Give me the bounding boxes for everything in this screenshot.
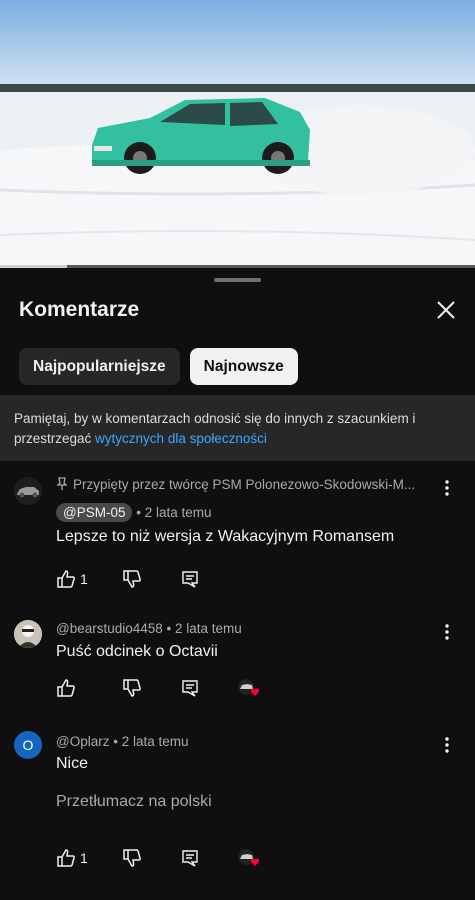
more-options-icon[interactable] — [438, 479, 456, 497]
avatar[interactable] — [14, 477, 42, 505]
like-button[interactable]: 1 — [56, 569, 96, 589]
creator-heart-icon — [236, 678, 260, 698]
video-frame — [0, 0, 475, 268]
video-player[interactable] — [0, 0, 475, 268]
thumbs-up-icon — [57, 679, 75, 697]
creator-heart-icon — [236, 848, 260, 868]
pinned-label-row: Przypięty przez twórcę PSM Polonezowo-Sk… — [56, 477, 415, 492]
author-handle[interactable]: @PSM-05 — [56, 503, 133, 522]
close-icon[interactable] — [434, 298, 458, 322]
author-handle[interactable]: @Oplarz — [56, 734, 109, 749]
thumbs-up-icon — [57, 570, 75, 588]
comment-meta: @PSM-05 • 2 lata temu — [56, 503, 212, 522]
like-count: 1 — [80, 571, 88, 587]
dislike-button[interactable] — [122, 678, 142, 698]
reply-button[interactable] — [180, 678, 200, 698]
avatar[interactable] — [14, 620, 42, 648]
like-button[interactable]: 1 — [56, 848, 96, 868]
author-handle[interactable]: @bearstudio4458 — [56, 621, 163, 636]
comment-text: Lepsze to niż wersja z Wakacyjnym Romans… — [56, 528, 395, 545]
thumbs-down-icon — [123, 570, 141, 588]
drag-handle[interactable] — [214, 278, 261, 282]
reply-icon — [182, 850, 198, 867]
reply-button[interactable] — [180, 569, 200, 589]
comment-text: Puść odcinek o Octavii — [56, 643, 218, 660]
reply-icon — [182, 680, 198, 697]
reply-icon — [182, 571, 198, 588]
comment-age: • 2 lata temu — [166, 621, 242, 636]
comment-age: • 2 lata temu — [113, 734, 189, 749]
comment-meta: @Oplarz • 2 lata temu — [56, 734, 189, 749]
dislike-button[interactable] — [122, 848, 142, 868]
community-notice: Pamiętaj, by w komentarzach odnosić się … — [0, 395, 475, 461]
thumbs-down-icon — [123, 849, 141, 867]
comment-item: O @Oplarz • 2 lata temu Nice Przetłumacz… — [0, 730, 475, 870]
thumbs-down-icon — [123, 679, 141, 697]
more-options-icon[interactable] — [438, 623, 456, 641]
comment-item: Przypięty przez twórcę PSM Polonezowo-Sk… — [0, 473, 475, 591]
more-options-icon[interactable] — [438, 736, 456, 754]
thumbs-up-icon — [57, 849, 75, 867]
chip-top-comments[interactable]: Najpopularniejsze — [19, 348, 180, 385]
comment-item: @bearstudio4458 • 2 lata temu Puść odcin… — [0, 616, 475, 706]
comment-text: Nice — [56, 755, 89, 772]
avatar[interactable]: O — [14, 731, 42, 759]
comment-age: • 2 lata temu — [136, 505, 212, 520]
avatar-letter: O — [22, 737, 34, 753]
dislike-button[interactable] — [122, 569, 142, 589]
pin-icon — [56, 477, 68, 490]
guidelines-link[interactable]: wytycznych dla społeczności — [95, 431, 267, 446]
pinned-label: Przypięty przez twórcę PSM Polonezowo-Sk… — [73, 477, 416, 492]
chip-newest[interactable]: Najnowsze — [189, 348, 298, 385]
panel-title: Komentarze — [19, 298, 140, 321]
like-button[interactable] — [56, 678, 76, 698]
sort-chips: Najpopularniejsze Najnowsze — [19, 348, 298, 385]
like-count: 1 — [80, 850, 88, 866]
translate-link[interactable]: Przetłumacz na polski — [56, 793, 212, 811]
comment-meta: @bearstudio4458 • 2 lata temu — [56, 621, 242, 636]
reply-button[interactable] — [180, 848, 200, 868]
comments-panel: Komentarze Najpopularniejsze Najnowsze P… — [0, 268, 475, 900]
